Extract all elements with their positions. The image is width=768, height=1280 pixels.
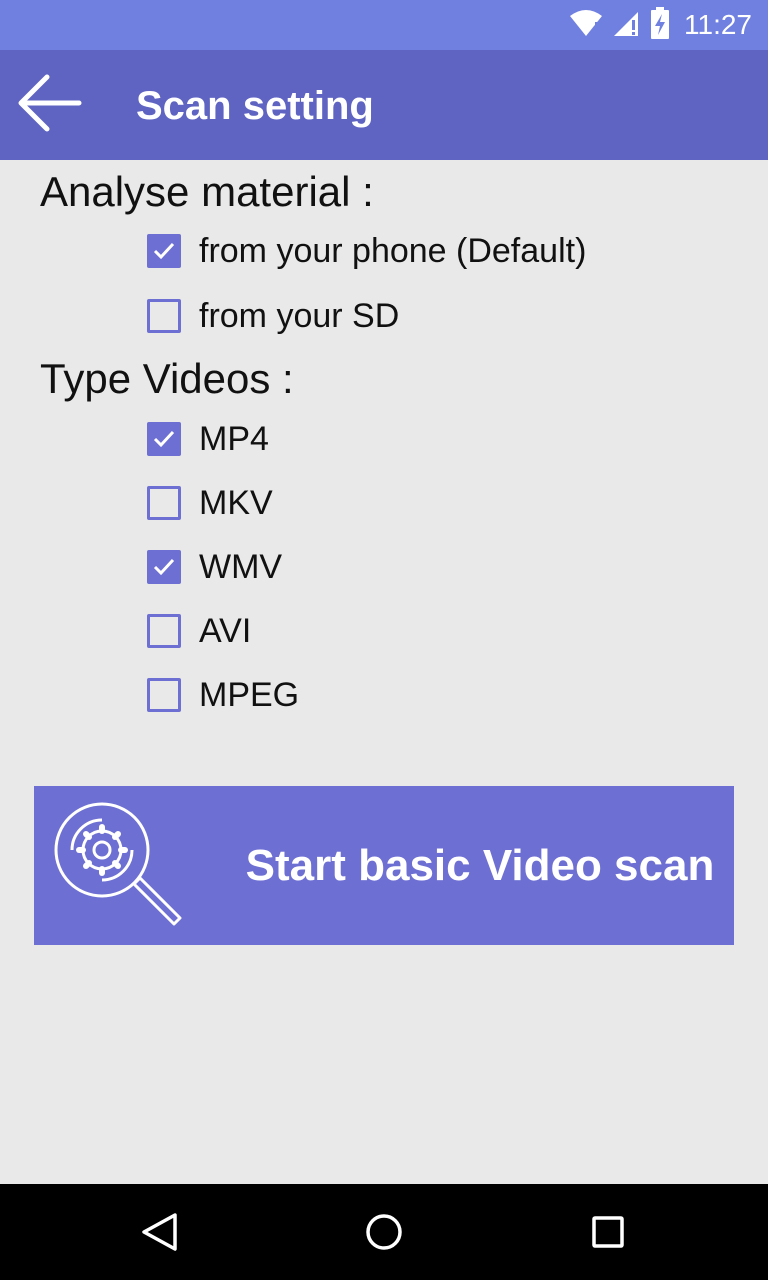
battery-charging-icon <box>650 6 670 44</box>
checkbox-checked[interactable] <box>147 234 181 268</box>
checkbox-checked[interactable] <box>147 422 181 456</box>
back-button[interactable] <box>10 70 86 140</box>
nav-recents-button[interactable] <box>583 1207 633 1257</box>
checkbox-wmv[interactable]: WMV <box>147 547 282 587</box>
arrow-left-icon <box>13 71 83 140</box>
nav-bar <box>0 1184 768 1280</box>
home-circle-icon <box>366 1214 402 1250</box>
option-label: MPEG <box>199 675 300 714</box>
status-icons: 11:27 <box>568 0 752 50</box>
check-icon <box>153 558 175 576</box>
option-label: MKV <box>199 483 273 522</box>
checkbox-checked[interactable] <box>147 550 181 584</box>
check-icon <box>153 242 175 260</box>
option-label: MP4 <box>199 419 269 458</box>
option-label: from your SD <box>199 296 400 335</box>
types-section-title: Type Videos : <box>40 355 294 402</box>
checkbox-mpeg[interactable]: MPEG <box>147 675 299 715</box>
start-scan-button[interactable]: Start basic Video scan <box>34 786 734 945</box>
material-section-title: Analyse material : <box>40 168 374 215</box>
checkbox-unchecked[interactable] <box>147 678 181 712</box>
checkbox-unchecked[interactable] <box>147 486 181 520</box>
status-bar: 11:27 <box>0 0 768 50</box>
checkbox-from-sd[interactable]: from your SD <box>147 296 399 336</box>
signal-icon <box>612 8 642 43</box>
checkbox-from-phone[interactable]: from your phone (Default) <box>147 231 586 271</box>
nav-back-button[interactable] <box>135 1207 185 1257</box>
option-label: AVI <box>199 611 252 650</box>
checkbox-unchecked[interactable] <box>147 614 181 648</box>
back-triangle-icon <box>142 1213 177 1251</box>
option-label: WMV <box>199 547 283 586</box>
check-icon <box>153 430 175 448</box>
app-bar: Scan setting <box>0 50 768 160</box>
status-time: 11:27 <box>684 9 752 40</box>
scan-button-label: Start basic Video scan <box>245 840 715 890</box>
nav-home-button[interactable] <box>359 1207 409 1257</box>
checkbox-mkv[interactable]: MKV <box>147 483 273 523</box>
checkbox-avi[interactable]: AVI <box>147 611 251 651</box>
wifi-icon <box>568 8 604 43</box>
magnifier-gear-icon <box>52 800 184 932</box>
checkbox-unchecked[interactable] <box>147 299 181 333</box>
checkbox-mp4[interactable]: MP4 <box>147 419 269 459</box>
option-label: from your phone (Default) <box>199 231 587 270</box>
page-title: Scan setting <box>136 84 374 128</box>
recents-square-icon <box>592 1216 624 1248</box>
